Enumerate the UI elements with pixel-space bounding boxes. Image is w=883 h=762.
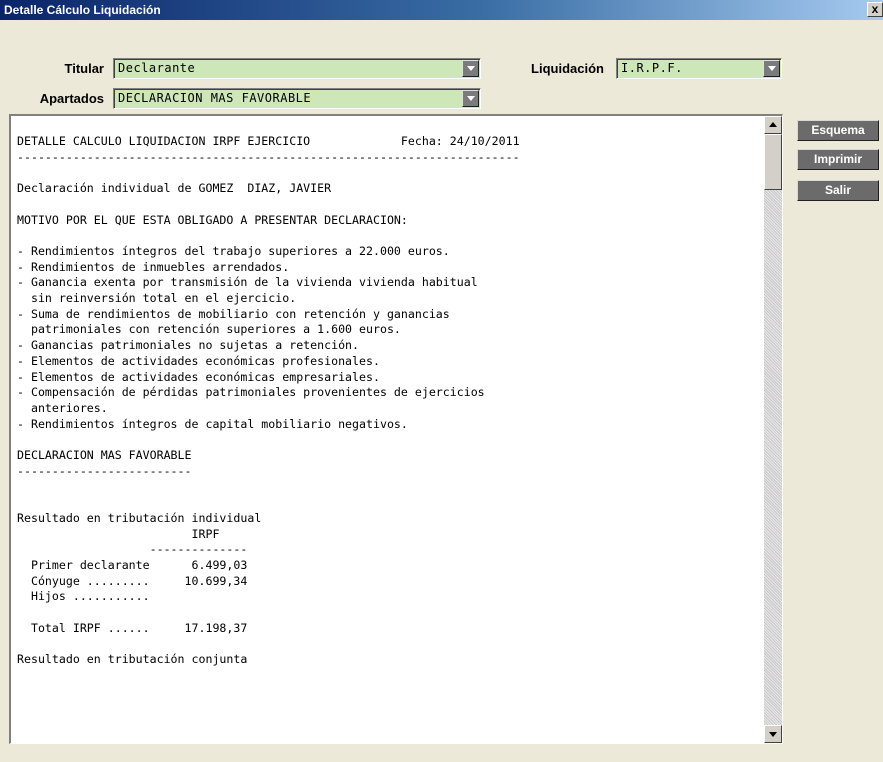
imprimir-button[interactable]: Imprimir (797, 149, 879, 170)
liquidacion-value: I.R.P.F. (621, 61, 683, 75)
chevron-down-icon[interactable] (763, 60, 780, 77)
apartados-label: Apartados (39, 91, 104, 106)
salir-button[interactable]: Salir (797, 180, 879, 201)
titular-label: Titular (64, 61, 105, 76)
report-content: DETALLE CALCULO LIQUIDACION IRPF EJERCIC… (17, 134, 520, 667)
titular-value: Declarante (118, 61, 196, 75)
apartados-select[interactable]: DECLARACION MAS FAVORABLE (113, 88, 481, 109)
close-button[interactable]: x (867, 2, 883, 17)
scroll-up-icon[interactable] (764, 116, 782, 134)
apartados-value: DECLARACION MAS FAVORABLE (118, 91, 312, 105)
scroll-down-icon[interactable] (764, 725, 782, 743)
vertical-scrollbar[interactable] (764, 116, 782, 743)
report-text-area[interactable]: DETALLE CALCULO LIQUIDACION IRPF EJERCIC… (9, 114, 783, 744)
chevron-down-icon[interactable] (462, 90, 479, 107)
chevron-down-icon[interactable] (462, 60, 479, 77)
window-title: Detalle Cálculo Liquidación (4, 3, 161, 17)
liquidacion-select[interactable]: I.R.P.F. (616, 58, 782, 79)
titular-select[interactable]: Declarante (113, 58, 481, 79)
liquidacion-label: Liquidación (531, 61, 604, 76)
title-bar: Detalle Cálculo Liquidación x (0, 0, 883, 20)
scroll-thumb[interactable] (764, 134, 782, 190)
esquema-button[interactable]: Esquema (797, 120, 879, 141)
